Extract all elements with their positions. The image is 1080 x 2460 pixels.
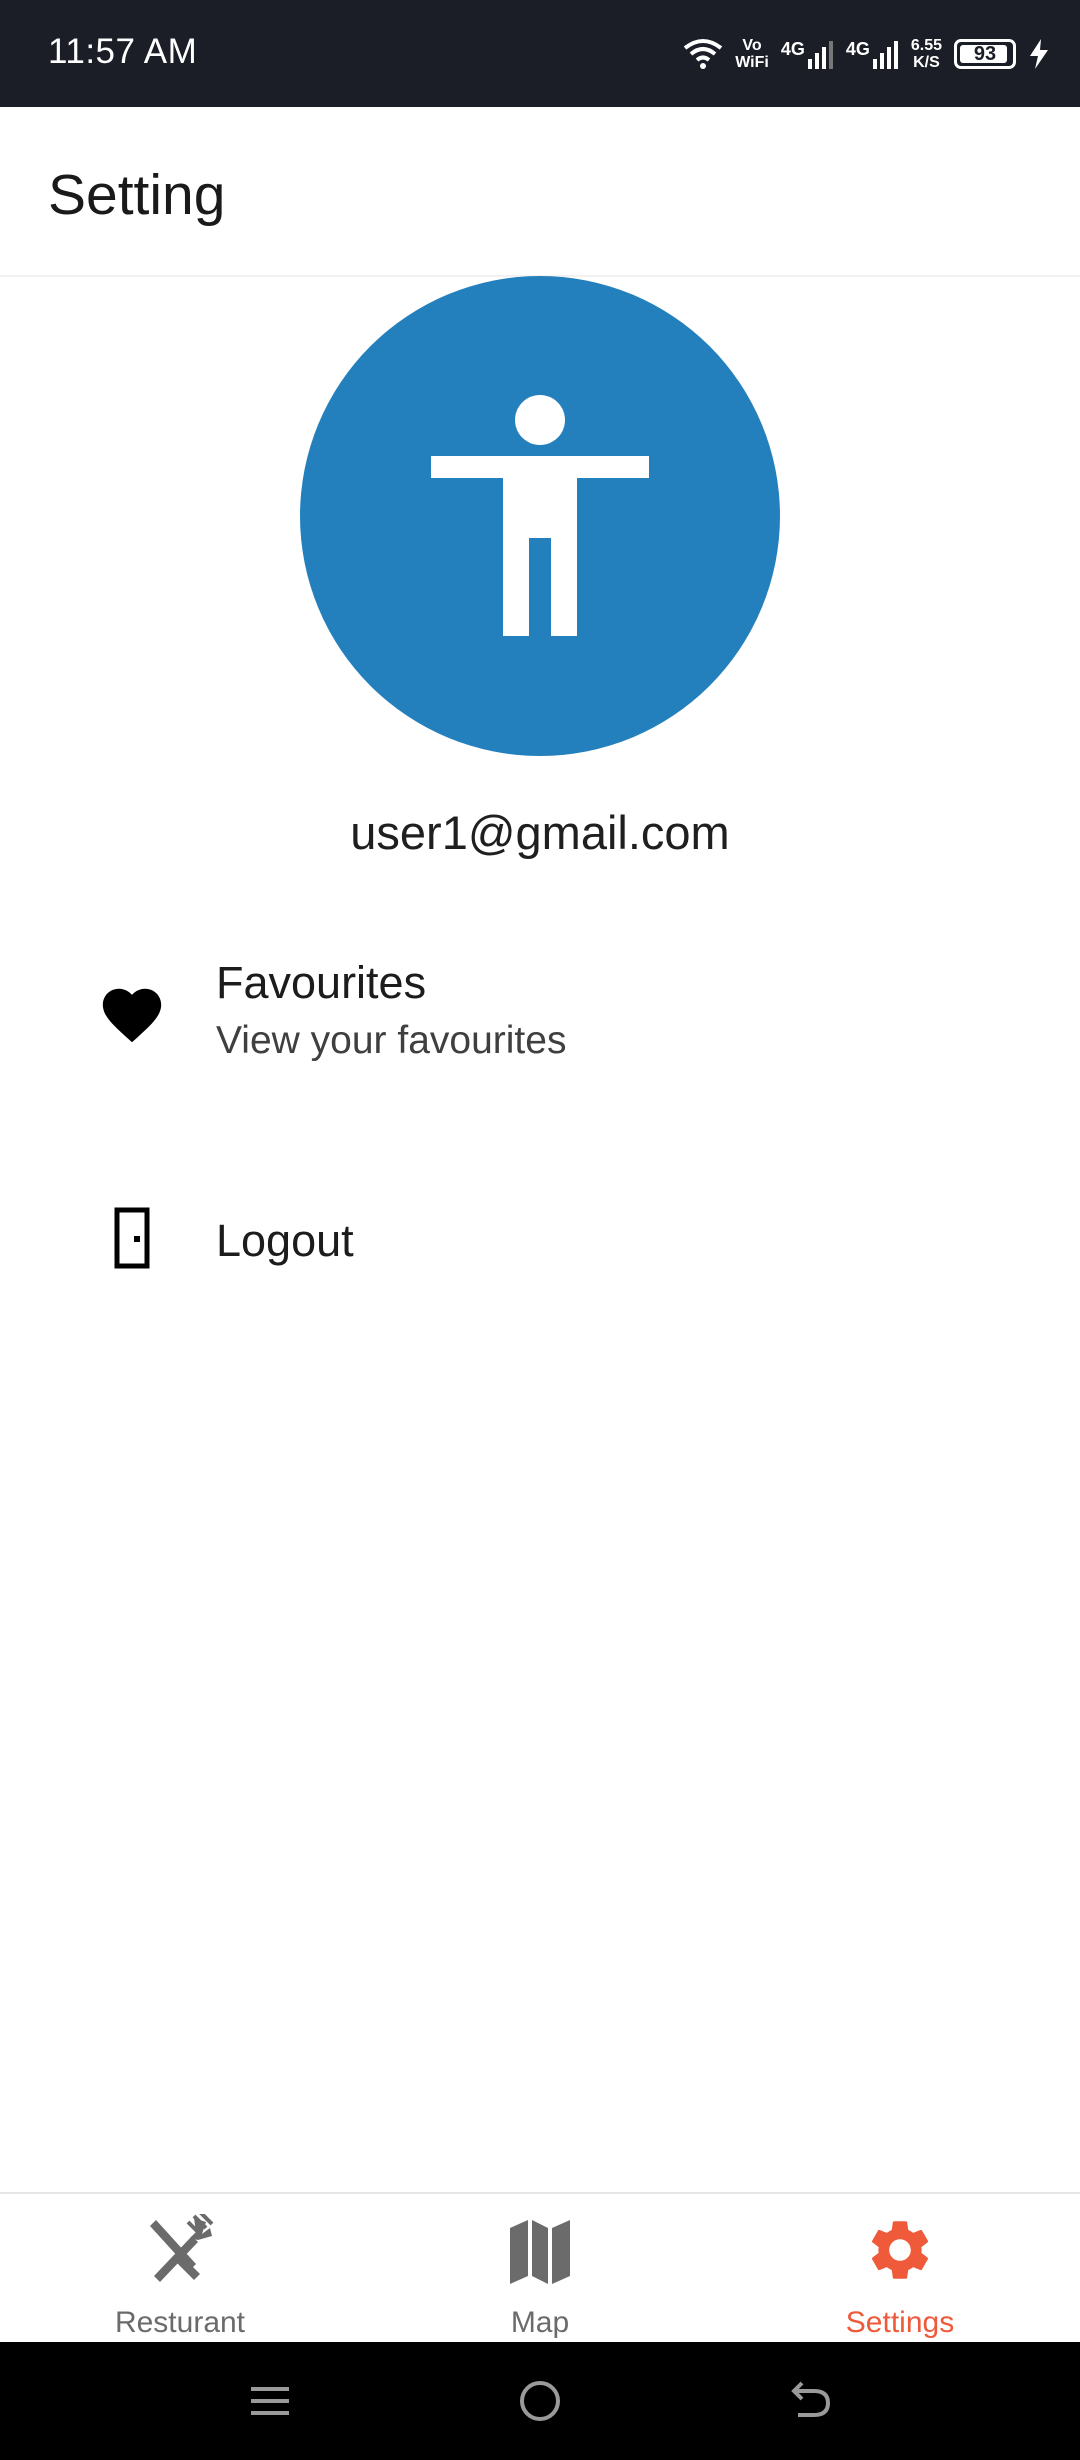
network-1-label: 4G	[780, 39, 805, 59]
fork-knife-icon	[150, 2214, 214, 2282]
favourites-item[interactable]: Favourites View your favourites	[0, 935, 1080, 1105]
network-1: 4G	[781, 39, 834, 69]
speed-value: 6.55	[910, 37, 942, 54]
battery-icon: 93	[954, 39, 1016, 69]
home-button[interactable]	[480, 2342, 600, 2460]
charging-icon	[1030, 39, 1048, 69]
network-speed: 6.55 K/S	[911, 37, 942, 71]
back-icon	[791, 2381, 831, 2417]
wifi-icon	[683, 39, 723, 69]
logout-title: Logout	[216, 1215, 354, 1266]
signal-icon	[807, 41, 833, 69]
settings-screen: 11:57 AM Vo WiFi 4G 4G 6.55 K/S 93 Setti…	[0, 0, 1080, 2460]
logout-item[interactable]: Logout	[0, 1180, 1080, 1300]
vowifi-bottom-label: WiFi	[735, 54, 769, 71]
gear-icon	[871, 2221, 929, 2279]
recent-apps-button[interactable]	[210, 2342, 330, 2460]
map-icon	[510, 2220, 570, 2284]
avatar	[300, 276, 780, 756]
favourites-title: Favourites	[216, 957, 427, 1008]
status-time: 11:57 AM	[48, 32, 198, 71]
network-2-label: 4G	[845, 39, 870, 59]
nav-label-resturant: Resturant	[114, 2306, 246, 2339]
app-bar: Setting	[0, 107, 1080, 277]
bottom-navigation: Resturant Map Settings	[0, 2192, 1080, 2342]
battery-level: 93	[973, 42, 997, 65]
back-button[interactable]	[750, 2342, 870, 2460]
signal-icon	[872, 41, 898, 69]
door-icon	[114, 1207, 150, 1269]
heart-icon	[102, 988, 162, 1043]
network-2: 4G	[846, 39, 899, 69]
accessibility-person-icon	[431, 395, 649, 636]
home-icon	[520, 2381, 560, 2421]
vowifi-top-label: Vo	[742, 37, 762, 54]
nav-item-map[interactable]: Map	[390, 2194, 690, 2342]
vowifi-indicator: Vo WiFi	[735, 37, 769, 71]
nav-item-settings[interactable]: Settings	[750, 2194, 1050, 2342]
nav-label-settings: Settings	[845, 2306, 955, 2339]
speed-unit: K/S	[913, 54, 940, 71]
system-navigation-bar	[0, 2342, 1080, 2460]
menu-icon	[251, 2387, 289, 2415]
page-title: Setting	[48, 163, 226, 227]
nav-label-map: Map	[510, 2306, 570, 2339]
status-bar: 11:57 AM Vo WiFi 4G 4G 6.55 K/S 93	[0, 0, 1080, 107]
favourites-subtitle: View your favourites	[216, 1019, 567, 1062]
status-icons: Vo WiFi 4G 4G 6.55 K/S 93	[683, 30, 1050, 78]
nav-item-resturant[interactable]: Resturant	[30, 2194, 330, 2342]
user-email: user1@gmail.com	[350, 806, 730, 859]
